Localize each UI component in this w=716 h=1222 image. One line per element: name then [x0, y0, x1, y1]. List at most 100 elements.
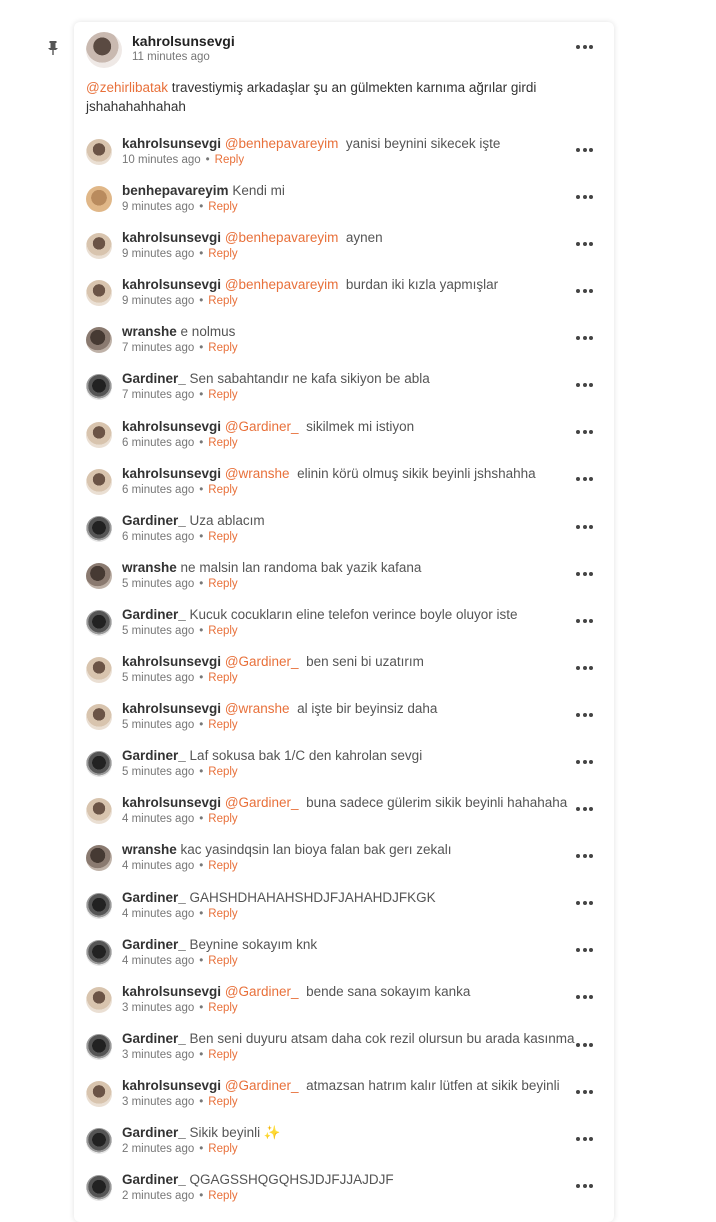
mention-link[interactable]: @benhepavareyim — [225, 136, 339, 151]
avatar[interactable] — [86, 986, 112, 1013]
comment-author[interactable]: kahrolsunsevgi — [122, 277, 221, 292]
comment-author[interactable]: wranshe — [122, 842, 177, 857]
comment-author[interactable]: Gardiner_ — [122, 1125, 186, 1140]
reply-button[interactable]: Reply — [208, 1002, 237, 1014]
mention-link[interactable]: @Gardiner_ — [225, 1078, 299, 1093]
more-options-icon[interactable] — [576, 659, 596, 670]
more-options-icon[interactable] — [576, 895, 596, 906]
reply-button[interactable]: Reply — [208, 484, 237, 496]
reply-button[interactable]: Reply — [208, 719, 237, 731]
more-options-icon[interactable] — [576, 942, 596, 953]
post-author[interactable]: kahrolsunsevgi — [132, 33, 235, 49]
more-options-icon[interactable] — [576, 329, 596, 341]
mention-link[interactable]: @Gardiner_ — [225, 419, 299, 434]
reply-button[interactable]: Reply — [208, 1143, 237, 1155]
mention-link[interactable]: @benhepavareyim — [225, 277, 339, 292]
more-options-icon[interactable] — [576, 38, 596, 49]
reply-button[interactable]: Reply — [208, 1190, 237, 1202]
mention-link[interactable]: @wranshe — [225, 701, 290, 716]
reply-button[interactable]: Reply — [208, 813, 237, 825]
comment-author[interactable]: kahrolsunsevgi — [122, 419, 221, 434]
comment-author[interactable]: Gardiner_ — [122, 937, 186, 952]
avatar[interactable] — [86, 1175, 112, 1202]
more-options-icon[interactable] — [576, 800, 596, 812]
comment-author[interactable]: kahrolsunsevgi — [122, 466, 221, 481]
more-options-icon[interactable] — [576, 471, 596, 482]
reply-button[interactable]: Reply — [208, 955, 237, 967]
more-options-icon[interactable] — [576, 282, 596, 294]
more-options-icon[interactable] — [576, 1177, 596, 1188]
reply-button[interactable]: Reply — [208, 860, 237, 872]
comment-author[interactable]: benhepavareyim — [122, 183, 229, 198]
avatar[interactable] — [86, 515, 112, 542]
comment-author[interactable]: Gardiner_ — [122, 890, 186, 905]
avatar[interactable] — [86, 892, 112, 919]
more-options-icon[interactable] — [576, 565, 596, 576]
avatar[interactable] — [86, 845, 112, 872]
more-options-icon[interactable] — [576, 847, 596, 859]
avatar[interactable] — [86, 32, 122, 68]
avatar[interactable] — [86, 704, 112, 731]
reply-button[interactable]: Reply — [208, 908, 237, 920]
more-options-icon[interactable] — [576, 1130, 596, 1141]
comment-author[interactable]: kahrolsunsevgi — [122, 230, 221, 245]
comment-author[interactable]: kahrolsunsevgi — [122, 136, 221, 151]
comment-author[interactable]: Gardiner_ — [122, 1172, 186, 1187]
comment-author[interactable]: Gardiner_ — [122, 607, 186, 622]
reply-button[interactable]: Reply — [208, 1096, 237, 1108]
avatar[interactable] — [86, 233, 112, 260]
reply-button[interactable]: Reply — [208, 1049, 237, 1061]
avatar[interactable] — [86, 1127, 112, 1154]
avatar[interactable] — [86, 562, 112, 589]
avatar[interactable] — [86, 374, 112, 401]
avatar[interactable] — [86, 609, 112, 636]
more-options-icon[interactable] — [576, 235, 596, 246]
mention-link[interactable]: @Gardiner_ — [225, 795, 299, 810]
more-options-icon[interactable] — [576, 989, 596, 1000]
reply-button[interactable]: Reply — [208, 578, 237, 590]
more-options-icon[interactable] — [576, 753, 596, 764]
mention-link[interactable]: @Gardiner_ — [225, 984, 299, 999]
more-options-icon[interactable] — [576, 188, 596, 199]
avatar[interactable] — [86, 798, 112, 825]
reply-button[interactable]: Reply — [208, 766, 237, 778]
reply-button[interactable]: Reply — [208, 295, 237, 307]
reply-button[interactable]: Reply — [208, 248, 237, 260]
avatar[interactable] — [86, 939, 112, 966]
avatar[interactable] — [86, 280, 112, 307]
reply-button[interactable]: Reply — [208, 531, 237, 543]
avatar[interactable] — [86, 1080, 112, 1107]
more-options-icon[interactable] — [576, 1036, 596, 1047]
comment-author[interactable]: wranshe — [122, 560, 177, 575]
more-options-icon[interactable] — [576, 424, 596, 435]
more-options-icon[interactable] — [576, 706, 596, 717]
comment-author[interactable]: Gardiner_ — [122, 513, 186, 528]
comment-author[interactable]: kahrolsunsevgi — [122, 795, 221, 810]
avatar[interactable] — [86, 139, 112, 165]
reply-button[interactable]: Reply — [208, 437, 237, 449]
avatar[interactable] — [86, 1033, 112, 1060]
comment-author[interactable]: wranshe — [122, 324, 177, 339]
more-options-icon[interactable] — [576, 612, 596, 623]
avatar[interactable] — [86, 468, 112, 495]
avatar[interactable] — [86, 657, 112, 684]
avatar[interactable] — [86, 421, 112, 448]
mention-link[interactable]: @zehirlibatak — [86, 80, 168, 95]
comment-author[interactable]: kahrolsunsevgi — [122, 701, 221, 716]
reply-button[interactable]: Reply — [208, 672, 237, 684]
avatar[interactable] — [86, 751, 112, 778]
reply-button[interactable]: Reply — [208, 342, 237, 354]
more-options-icon[interactable] — [576, 1083, 596, 1094]
more-options-icon[interactable] — [576, 376, 596, 388]
comment-author[interactable]: kahrolsunsevgi — [122, 654, 221, 669]
more-options-icon[interactable] — [576, 141, 596, 152]
reply-button[interactable]: Reply — [215, 154, 244, 166]
reply-button[interactable]: Reply — [208, 625, 237, 637]
avatar[interactable] — [86, 186, 112, 213]
mention-link[interactable]: @wranshe — [225, 466, 290, 481]
comment-author[interactable]: Gardiner_ — [122, 748, 186, 763]
comment-author[interactable]: kahrolsunsevgi — [122, 984, 221, 999]
mention-link[interactable]: @Gardiner_ — [225, 654, 299, 669]
comment-author[interactable]: Gardiner_ — [122, 1031, 186, 1046]
avatar[interactable] — [86, 327, 112, 354]
